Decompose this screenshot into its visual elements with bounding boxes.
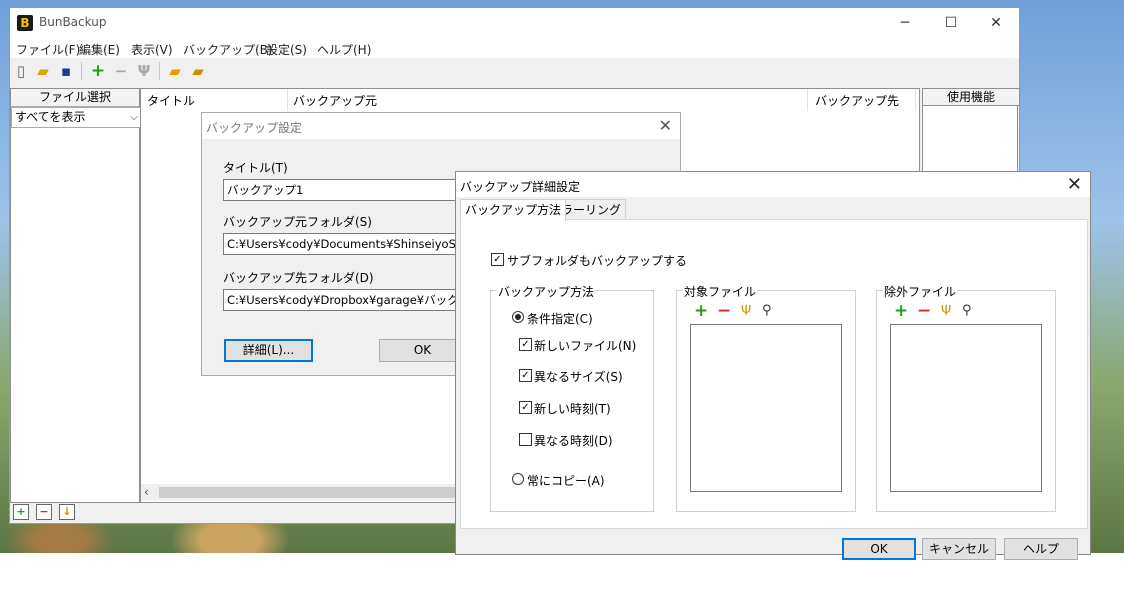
title-bar: B BunBackup ─ ☐ ✕ <box>10 8 1019 38</box>
target-files-group: 対象ファイル + − Ψ ⚲ <box>676 283 856 512</box>
subfolder-checkbox[interactable]: ✓ <box>491 253 504 266</box>
group-title: バックアップ方法 <box>497 283 596 300</box>
radio-always-copy[interactable] <box>512 473 524 485</box>
ok-button[interactable]: OK <box>842 538 916 560</box>
menu-settings[interactable]: 設定(S) <box>266 41 307 58</box>
edit-backup-icon[interactable]: Ψ <box>134 61 154 81</box>
open-folder-icon[interactable]: ▰ <box>33 61 53 81</box>
run-all-backup-icon[interactable]: ▰ <box>188 61 208 81</box>
radio-always-copy-label: 常にコピー(A) <box>527 474 605 488</box>
toolbar-separator <box>81 62 82 80</box>
destination-folder-input[interactable]: C:¥Users¥cody¥Dropbox¥garage¥バックアップ <box>223 289 468 311</box>
newer-time-checkbox[interactable]: ✓ <box>519 401 532 414</box>
group-title: 対象ファイル <box>683 283 758 300</box>
different-time-checkbox[interactable] <box>519 433 532 446</box>
dialog-title: バックアップ設定 <box>206 121 303 135</box>
filter-select-value: すべてを表示 <box>15 110 86 124</box>
remove-target-icon[interactable]: − <box>717 303 731 320</box>
newer-time-label: 新しい時刻(T) <box>534 402 611 416</box>
edit-target-icon[interactable]: Ψ <box>741 304 751 320</box>
tab-backup-method[interactable]: バックアップ方法 <box>460 199 567 221</box>
title-input[interactable]: バックアップ1 <box>223 179 468 201</box>
scroll-left-icon[interactable]: ‹ <box>144 484 149 501</box>
radio-selected-dot <box>515 314 521 320</box>
close-icon[interactable]: ✕ <box>1067 174 1082 195</box>
cancel-button[interactable]: キャンセル <box>922 538 996 560</box>
tab-panel: ✓ サブフォルダもバックアップする バックアップ方法 条件指定(C) ✓ 新しい… <box>460 219 1088 529</box>
exclude-files-group: 除外ファイル + − Ψ ⚲ <box>876 283 1056 512</box>
chevron-down-icon: ⌵ <box>130 112 138 123</box>
new-file-icon[interactable]: ▯ <box>11 61 31 81</box>
features-header: 使用機能 <box>922 88 1020 106</box>
dialog-title-bar: バックアップ設定 ✕ <box>202 113 680 139</box>
different-size-label: 異なるサイズ(S) <box>534 370 623 384</box>
window-title: BunBackup <box>39 15 107 29</box>
column-header-source[interactable]: バックアップ元 <box>287 89 808 111</box>
toolbar: ▯ ▰ ▪ + − Ψ ▰ ▰ <box>10 58 1019 84</box>
maximize-button[interactable]: ☐ <box>928 8 974 38</box>
menu-backup[interactable]: バックアップ(B) <box>183 41 273 58</box>
new-file-checkbox[interactable]: ✓ <box>519 338 532 351</box>
source-folder-input[interactable]: C:¥Users¥cody¥Documents¥ShinseiyoSogo <box>223 233 468 255</box>
move-down-icon[interactable]: ↓ <box>59 504 75 520</box>
group-title: 除外ファイル <box>883 283 958 300</box>
search-icon[interactable]: ⚲ <box>962 303 972 319</box>
file-selection-panel: ファイル選択 すべてを表示 ⌵ <box>10 88 142 503</box>
save-icon[interactable]: ▪ <box>56 61 76 81</box>
remove-exclude-icon[interactable]: − <box>917 303 931 320</box>
search-icon[interactable]: ⚲ <box>762 303 772 319</box>
add-backup-icon[interactable]: + <box>88 63 108 83</box>
add-target-icon[interactable]: + <box>694 303 708 320</box>
filter-select[interactable]: すべてを表示 ⌵ <box>11 107 142 128</box>
radio-conditional-label: 条件指定(C) <box>527 312 593 326</box>
target-files-list[interactable] <box>690 324 842 492</box>
ok-button[interactable]: OK <box>379 339 466 362</box>
add-exclude-icon[interactable]: + <box>894 303 908 320</box>
close-icon[interactable]: ✕ <box>659 116 672 135</box>
dialog-title: バックアップ詳細設定 <box>460 180 581 194</box>
subfolder-label: サブフォルダもバックアップする <box>507 254 688 268</box>
remove-item-icon[interactable]: − <box>36 504 52 520</box>
menu-help[interactable]: ヘルプ(H) <box>317 41 371 58</box>
column-header-destination[interactable]: バックアップ先 <box>809 89 916 111</box>
close-button[interactable]: ✕ <box>973 8 1019 38</box>
run-backup-icon[interactable]: ▰ <box>165 61 185 81</box>
destination-folder-label: バックアップ先フォルダ(D) <box>223 271 374 285</box>
title-label: タイトル(T) <box>223 161 288 175</box>
add-item-icon[interactable]: + <box>13 504 29 520</box>
source-folder-label: バックアップ元フォルダ(S) <box>223 215 372 229</box>
details-button[interactable]: 詳細(L)... <box>224 339 313 362</box>
menu-view[interactable]: 表示(V) <box>131 41 173 58</box>
different-time-label: 異なる時刻(D) <box>534 434 613 448</box>
app-icon: B <box>17 15 33 31</box>
file-selection-header: ファイル選択 <box>11 89 139 107</box>
backup-method-group: バックアップ方法 条件指定(C) ✓ 新しいファイル(N) ✓ 異なるサイズ(S… <box>490 283 654 512</box>
remove-backup-icon[interactable]: − <box>111 61 131 81</box>
radio-conditional[interactable] <box>512 311 524 323</box>
menu-edit[interactable]: 編集(E) <box>79 41 120 58</box>
menu-bar: ファイル(F) 編集(E) 表示(V) バックアップ(B) 設定(S) ヘルプ(… <box>10 38 1019 58</box>
dialog-title-bar: バックアップ詳細設定 ✕ <box>456 172 1090 197</box>
edit-exclude-icon[interactable]: Ψ <box>941 304 951 320</box>
exclude-files-list[interactable] <box>890 324 1042 492</box>
minimize-button[interactable]: ─ <box>882 8 928 38</box>
different-size-checkbox[interactable]: ✓ <box>519 369 532 382</box>
new-file-label: 新しいファイル(N) <box>534 339 637 353</box>
advanced-settings-dialog: バックアップ詳細設定 ✕ バックアップ方法 ミラーリング ✓ サブフォルダもバッ… <box>455 171 1091 560</box>
column-header-title[interactable]: タイトル <box>141 89 288 111</box>
scrollbar-thumb[interactable] <box>159 487 459 498</box>
help-button[interactable]: ヘルプ <box>1004 538 1078 560</box>
menu-file[interactable]: ファイル(F) <box>16 41 80 58</box>
toolbar-separator <box>159 62 160 80</box>
